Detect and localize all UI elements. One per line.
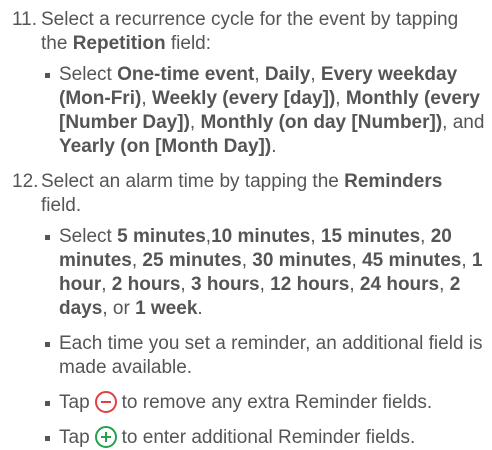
- field-name-repetition: Repetition: [72, 33, 166, 54]
- bullet-item-add-reminder: Tap to enter additional Reminder fields.: [45, 426, 486, 450]
- option-30-minutes: 30 minutes: [252, 250, 352, 271]
- minus-circle-icon: [94, 391, 117, 413]
- bullet-marker: [45, 73, 50, 78]
- bullet-item-remove-reminder: Tap to remove any extra Reminder fields.: [45, 391, 486, 415]
- option-10-minutes: 10 minutes: [211, 226, 311, 247]
- step-11: 11. Select a recurrence cycle for the ev…: [0, 8, 492, 159]
- bullet-item-additional-field: Each time you set a reminder, an additio…: [45, 332, 486, 380]
- field-name-reminders: Reminders: [344, 171, 443, 192]
- separator: ,: [310, 64, 321, 85]
- separator: ,: [254, 64, 265, 85]
- separator-or: or: [112, 298, 136, 319]
- bullet-text: Each time you set a reminder, an additio…: [59, 333, 483, 378]
- separator: ,: [141, 88, 152, 109]
- option-weekly: Weekly (every [day]): [151, 88, 336, 109]
- option-1-week: 1 week: [135, 298, 198, 319]
- option-monthly-on-day: Monthly (on day [Number]): [200, 112, 443, 133]
- bullet-text-before: Tap: [59, 392, 90, 413]
- option-yearly: Yearly (on [Month Day]): [59, 136, 272, 157]
- bullet-list: Select 5 minutes,10 minutes, 15 minutes,…: [41, 225, 486, 450]
- step-12: 12. Select an alarm time by tapping the …: [0, 170, 492, 450]
- bullet-prefix: Select: [59, 226, 118, 247]
- separator-and: , and: [442, 112, 485, 133]
- bullet-list: Select One-time event, Daily, Every week…: [41, 63, 486, 159]
- separator: ,: [189, 112, 201, 133]
- bullet-marker: [45, 342, 50, 347]
- step-text-suffix: field:: [165, 33, 212, 54]
- step-text: Select an alarm time by tapping the Remi…: [41, 170, 486, 218]
- plus-circle-icon: [94, 426, 117, 448]
- step-text-suffix: field.: [41, 195, 82, 216]
- bullet-text-after: to enter additional Reminder fields.: [121, 427, 416, 448]
- option-5-minutes: 5 minutes: [117, 226, 206, 247]
- bullet-marker: [45, 436, 50, 441]
- separator: ,: [335, 88, 346, 109]
- option-one-time-event: One-time event: [117, 64, 255, 85]
- bullet-text-before: Tap: [59, 427, 90, 448]
- option-12-hours: 12 hours: [270, 274, 350, 295]
- option-24-hours: 24 hours: [359, 274, 440, 295]
- step-number: 11.: [12, 9, 38, 30]
- option-3-hours: 3 hours: [190, 274, 260, 295]
- option-15-minutes: 15 minutes: [320, 226, 421, 247]
- bullet-item-repetition-options: Select One-time event, Daily, Every week…: [45, 63, 486, 159]
- bullet-suffix: .: [271, 136, 277, 157]
- option-daily: Daily: [264, 64, 311, 85]
- step-text-prefix: Select an alarm time by tapping the: [41, 171, 345, 192]
- bullet-text-after: to remove any extra Reminder fields.: [121, 392, 433, 413]
- step-number: 12.: [12, 171, 39, 192]
- bullet-marker: [45, 401, 50, 406]
- option-2-hours: 2 hours: [111, 274, 181, 295]
- step-text: Select a recurrence cycle for the event …: [41, 8, 486, 56]
- option-25-minutes: 25 minutes: [142, 250, 242, 271]
- document-page: 11. Select a recurrence cycle for the ev…: [0, 0, 492, 448]
- bullet-item-reminder-options: Select 5 minutes,10 minutes, 15 minutes,…: [45, 225, 486, 321]
- option-45-minutes: 45 minutes: [362, 250, 462, 271]
- bullet-prefix: Select: [59, 64, 118, 85]
- bullet-marker: [45, 235, 50, 240]
